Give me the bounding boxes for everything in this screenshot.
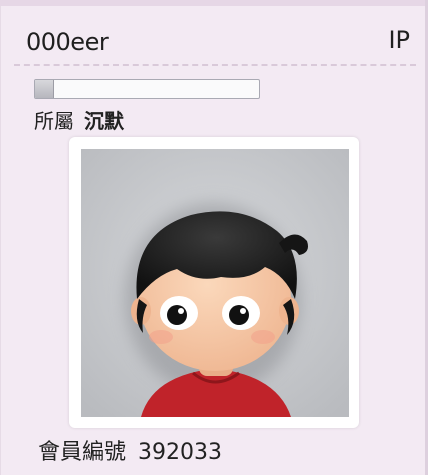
- ip-link[interactable]: IP: [388, 26, 410, 54]
- affiliation-label: 所屬: [34, 109, 74, 133]
- affiliation-value[interactable]: 沉默: [84, 109, 124, 133]
- level-progress-fill: [35, 80, 54, 98]
- avatar-card: [69, 137, 359, 428]
- level-progress-bar: [34, 79, 260, 99]
- profile-header: 000eer IP: [0, 0, 428, 66]
- dashed-divider: [14, 64, 416, 66]
- member-id-row: 會員編號 392033: [38, 434, 222, 466]
- cartoon-boy-avatar-icon[interactable]: [81, 149, 349, 417]
- member-id-value: 392033: [138, 440, 222, 465]
- username[interactable]: 000eer: [26, 28, 109, 56]
- member-id-label: 會員編號: [38, 440, 127, 465]
- left-border: [0, 0, 1, 475]
- affiliation-row: 所屬 沉默: [34, 105, 124, 134]
